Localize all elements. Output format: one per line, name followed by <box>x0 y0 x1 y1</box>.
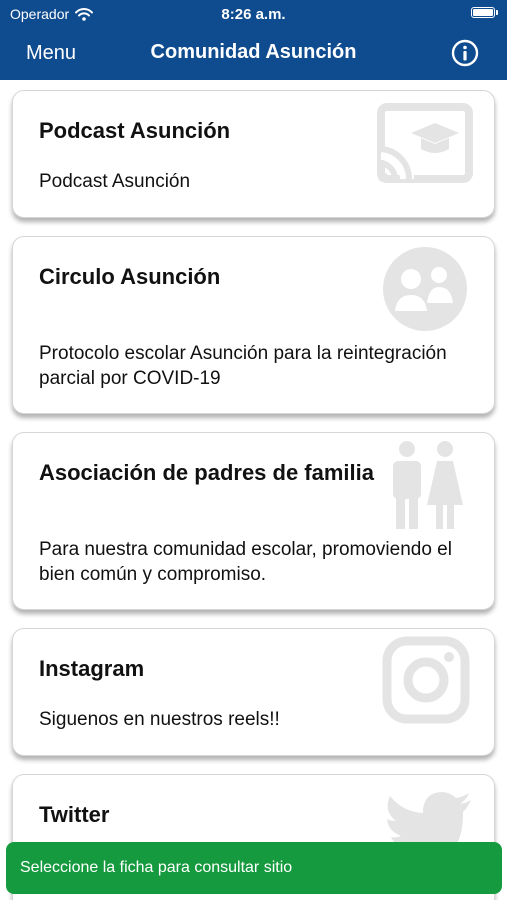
battery-icon <box>471 7 498 18</box>
card-podcast[interactable]: Podcast Asunción Podcast Asunción <box>12 90 495 218</box>
toast-text: Seleccione la ficha para consultar sitio <box>20 859 293 876</box>
cast-graduation-icon <box>375 101 475 185</box>
info-icon <box>451 39 479 67</box>
card-title: Twitter <box>39 802 110 827</box>
info-button[interactable] <box>451 39 479 67</box>
status-bar: Operador 8:26 a.m. <box>0 0 507 28</box>
card-asociacion[interactable]: Asociación de padres de familia Para nue… <box>12 432 495 610</box>
parents-icon <box>387 439 467 531</box>
toast-message: Seleccione la ficha para consultar sitio <box>6 842 502 894</box>
status-time: 8:26 a.m. <box>221 6 286 23</box>
card-description: Para nuestra comunidad escolar, promovie… <box>39 539 452 585</box>
navigation-bar: Menu Comunidad Asunción <box>0 30 507 76</box>
page-title: Comunidad Asunción <box>150 41 357 63</box>
card-circulo[interactable]: Circulo Asunción Protocolo escolar Asunc… <box>12 236 495 414</box>
card-list[interactable]: Podcast Asunción Podcast Asunción Circul… <box>0 80 507 900</box>
top-bar: Operador 8:26 a.m. Menu Comunidad Asunci… <box>0 0 507 80</box>
card-title: Instagram <box>39 656 145 681</box>
card-title: Circulo Asunción <box>39 264 221 289</box>
community-circle-icon <box>381 245 469 333</box>
card-title: Podcast Asunción <box>39 118 231 143</box>
card-description: Protocolo escolar Asunción para la reint… <box>39 343 447 389</box>
instagram-icon <box>382 636 470 724</box>
card-instagram[interactable]: Instagram Siguenos en nuestros reels!! <box>12 628 495 756</box>
card-title: Asociación de padres de familia <box>39 460 375 485</box>
